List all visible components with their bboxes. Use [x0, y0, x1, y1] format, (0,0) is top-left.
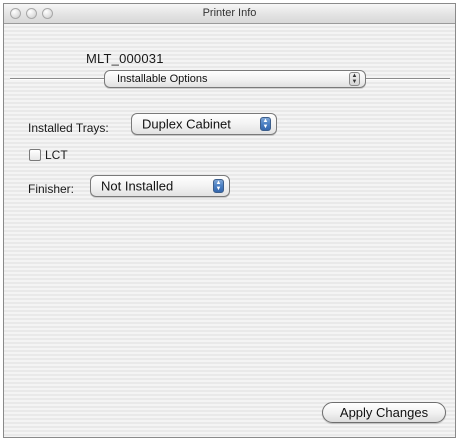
- updown-arrows-icon: ▲ ▼: [349, 72, 360, 86]
- apply-changes-button[interactable]: Apply Changes: [322, 402, 446, 423]
- installed-trays-label: Installed Trays:: [28, 121, 109, 135]
- finisher-value: Not Installed: [101, 178, 174, 194]
- installed-trays-value: Duplex Cabinet: [142, 116, 231, 132]
- lct-checkbox[interactable]: [29, 149, 41, 161]
- window-title: Printer Info: [202, 7, 257, 19]
- printer-info-window: Printer Info MLT_000031 Installable Opti…: [3, 3, 456, 438]
- installed-trays-popup[interactable]: Duplex Cabinet ▲ ▼: [131, 113, 277, 135]
- options-popup[interactable]: Installable Options ▲ ▼: [104, 70, 366, 88]
- title-bar[interactable]: Printer Info: [4, 4, 455, 24]
- lct-label[interactable]: LCT: [45, 148, 68, 162]
- finisher-label: Finisher:: [28, 182, 75, 196]
- printer-name: MLT_000031: [86, 51, 164, 66]
- updown-arrows-icon: ▲ ▼: [213, 179, 224, 193]
- finisher-popup[interactable]: Not Installed ▲ ▼: [90, 175, 230, 197]
- updown-arrows-icon: ▲ ▼: [260, 117, 271, 131]
- options-popup-value: Installable Options: [117, 73, 208, 85]
